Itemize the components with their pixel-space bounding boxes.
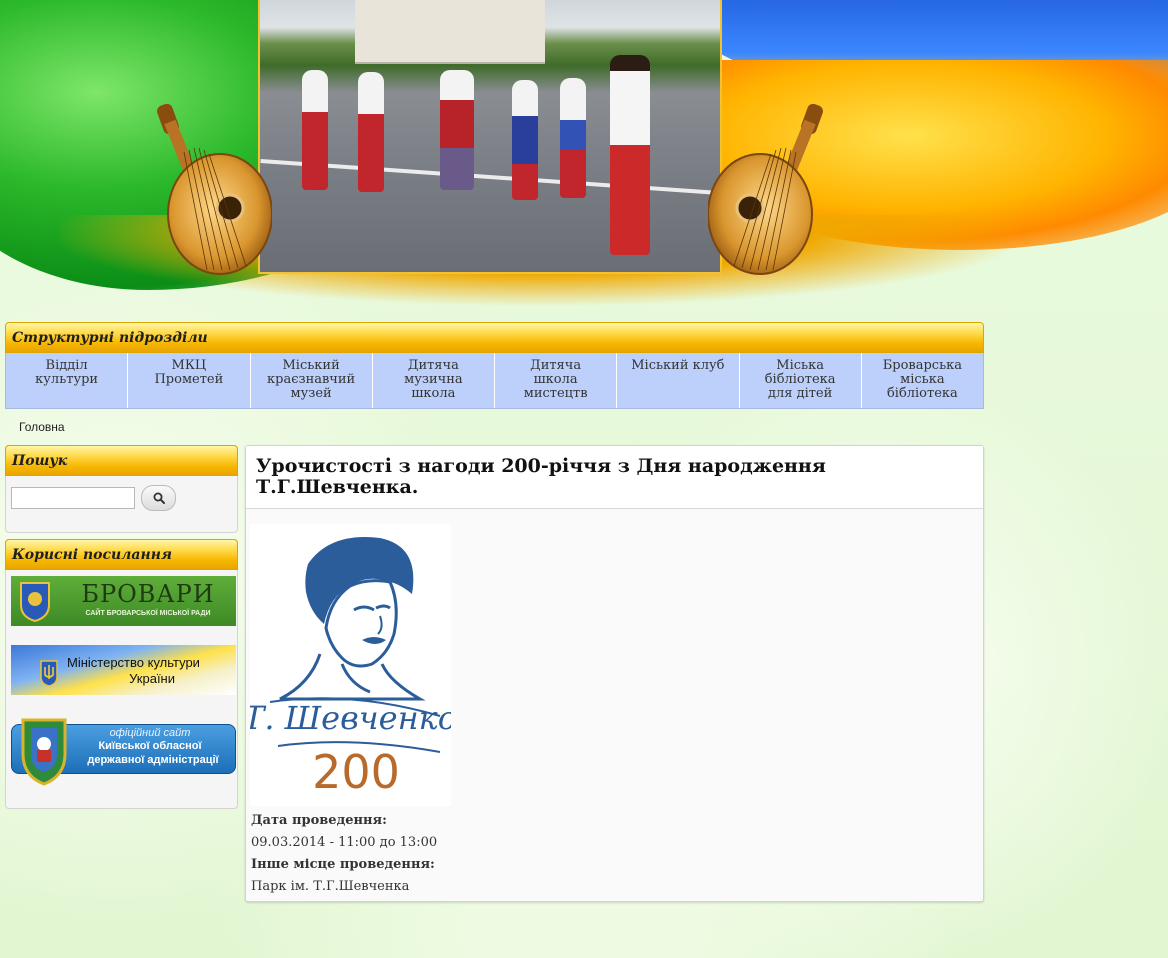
brovary-coat-of-arms-icon (20, 582, 50, 623)
menu-item-culture-department[interactable]: Відділ культури (6, 353, 129, 408)
brovary-link-title: БРОВАРИ (81, 580, 215, 608)
poster-number: 200 (312, 745, 400, 799)
photo-dancer (512, 80, 538, 200)
bandura-left-icon (157, 103, 272, 275)
photo-dancer (302, 70, 328, 190)
kyiv-oda-link[interactable]: офіційний сайт Київської обласної держав… (11, 714, 236, 788)
menu-item-label: міська (900, 372, 945, 387)
photo-road-line (260, 158, 720, 196)
menu-item-label: Прометей (154, 372, 224, 387)
menu-item-label: Міський клуб (631, 358, 725, 373)
oda-link-line2: Київської обласної (98, 740, 202, 752)
menu-item-city-club[interactable]: Міський клуб (617, 353, 740, 408)
menu-item-city-library[interactable]: Броварська міська бібліотека (861, 353, 983, 408)
menu-items: Відділ культури МКЦ Прометей Міський кра… (5, 353, 984, 409)
event-place-value: Парк ім. Т.Г.Шевченка (251, 879, 410, 894)
breadcrumb-home-link[interactable]: Головна (19, 420, 65, 434)
article-title-line1: Урочистості з нагоди 200-річчя з Дня нар… (256, 455, 826, 477)
menu-item-label: Дитяча (407, 358, 459, 373)
menu-item-label: мистецтв (523, 386, 588, 401)
ministry-link-line1: Міністерство культури (67, 655, 200, 670)
menu-item-label: школа (533, 372, 578, 387)
brovary-link-subtitle: САЙТ БРОВАРСЬКОЇ МІСЬКОЇ РАДИ (85, 610, 211, 617)
breadcrumb[interactable]: Головна (19, 420, 65, 434)
article-title-line2: Т.Г.Шевченка. (256, 476, 419, 498)
shevchenko-200-poster: Т. Шевченко 200 (243, 524, 457, 806)
event-date-label: Дата проведення: (251, 813, 387, 828)
brovary-site-link[interactable]: БРОВАРИ САЙТ БРОВАРСЬКОЇ МІСЬКОЇ РАДИ (11, 576, 236, 626)
menu-item-art-school[interactable]: Дитяча школа мистецтв (495, 353, 618, 408)
menu-item-mkc-prometei[interactable]: МКЦ Прометей (128, 353, 251, 408)
search-button[interactable] (141, 485, 176, 511)
menu-item-label: для дітей (767, 386, 833, 401)
search-block-title: Пошук (5, 445, 238, 476)
menu-item-label: бібліотека (764, 372, 836, 387)
poster-signature: Т. Шевченко (250, 699, 451, 737)
article-title: Урочистості з нагоди 200-річчя з Дня нар… (246, 446, 983, 509)
search-row (6, 476, 237, 520)
ministry-of-culture-link[interactable]: Міністерство культури України (11, 645, 236, 695)
photo-building (355, 0, 545, 64)
menu-item-label: музична (404, 372, 463, 387)
search-icon (153, 492, 165, 504)
trident-icon (40, 660, 58, 687)
kyiv-region-coat-of-arms-icon (21, 718, 67, 786)
shevchenko-portrait-image: Т. Шевченко 200 (243, 537, 457, 799)
main-menu: Структурні підрозділи Відділ культури МК… (5, 322, 984, 409)
oda-link-line3: державної адміністрації (87, 754, 219, 766)
oda-link-line1: офіційний сайт (109, 727, 191, 739)
bandura-right-icon (708, 103, 823, 275)
menu-item-label: МКЦ (171, 358, 207, 373)
useful-links-block: Корисні посилання БРОВАРИ САЙТ БРОВАРСЬК… (5, 539, 238, 809)
menu-item-label: Відділ (45, 358, 88, 373)
header-banner (0, 0, 1168, 310)
menu-title: Структурні підрозділи (5, 322, 984, 353)
photo-dancer (610, 55, 650, 255)
article: Урочистості з нагоди 200-річчя з Дня нар… (243, 445, 984, 902)
menu-item-label: музей (290, 386, 332, 401)
event-place-label: Інше місце проведення: (251, 857, 435, 872)
event-date-value: 09.03.2014 - 11:00 до 13:00 (251, 835, 438, 850)
ministry-link-line2: України (129, 671, 175, 686)
menu-item-label: бібліотека (886, 386, 958, 401)
banner-photo-dancers (258, 0, 722, 274)
photo-dancer (560, 78, 586, 198)
menu-item-music-school[interactable]: Дитяча музична школа (372, 353, 495, 408)
menu-item-local-history-museum[interactable]: Міський краєзнавчий музей (250, 353, 373, 408)
menu-item-label: Міський (282, 358, 340, 373)
photo-dancer (358, 72, 384, 192)
menu-item-label: Міська (776, 358, 824, 373)
menu-item-label: Дитяча (530, 358, 582, 373)
menu-item-children-library[interactable]: Міська бібліотека для дітей (739, 353, 862, 408)
menu-item-label: культури (35, 372, 99, 387)
menu-item-label: краєзнавчий (267, 372, 356, 387)
photo-dancer (440, 70, 474, 190)
menu-item-label: Броварська (882, 358, 963, 373)
search-block: Пошук (5, 445, 238, 533)
menu-item-label: школа (411, 386, 456, 401)
useful-links-title: Корисні посилання (5, 539, 238, 570)
search-input[interactable] (11, 487, 135, 509)
